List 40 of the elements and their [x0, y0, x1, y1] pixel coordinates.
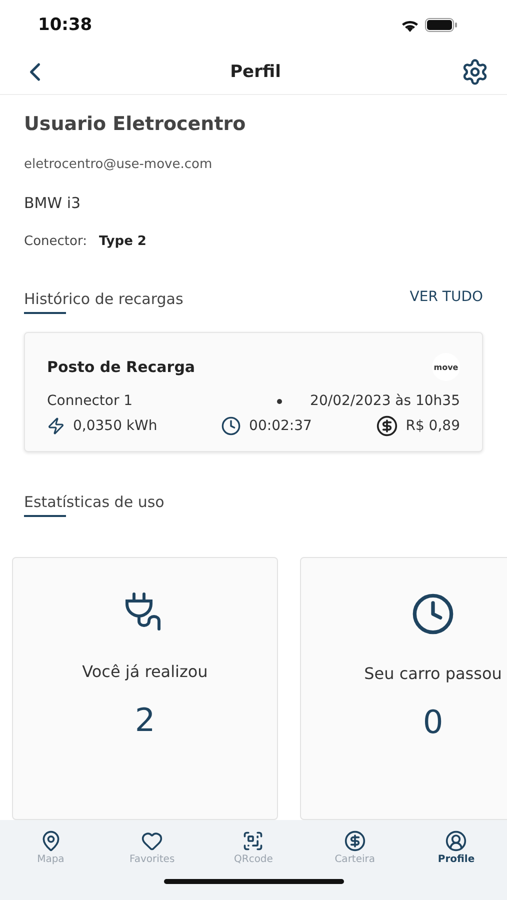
section-title: Histórico de recargas: [24, 290, 184, 310]
cost-value: R$ 0,89: [406, 418, 460, 434]
dollar-icon: [344, 830, 366, 852]
tab-item[interactable]: Mapa: [10, 830, 91, 865]
heart-icon: [141, 830, 164, 852]
tab-item[interactable]: Favorites: [112, 830, 192, 865]
see-all-link[interactable]: VER TUDO: [410, 289, 483, 305]
stat-value: 2: [134, 701, 156, 739]
connector-value: Type 2: [98, 234, 146, 249]
duration-value: 00:02:37: [249, 418, 312, 434]
charge-history-card[interactable]: Posto de Recarga move Connector 1 20/02/2023 às 10h35 0,0350 kWh 00:02:37 R$ 0,89: [24, 332, 483, 452]
connector-name: Connector 1: [47, 393, 133, 409]
dollar-icon: [376, 415, 398, 437]
brand-logo: move: [432, 353, 460, 381]
stat-label: Seu carro passou: [364, 664, 502, 683]
station-name: Posto de Recarga: [47, 358, 196, 376]
connector-label: Conector:: [24, 234, 87, 249]
stat-label: Você já realizou: [82, 662, 208, 681]
screen-title: Perfil: [230, 62, 281, 82]
user-icon: [445, 830, 468, 852]
section-title: Estatísticas de uso: [24, 493, 164, 513]
lightning-icon: [47, 417, 65, 435]
status-time: 10:38: [38, 15, 92, 35]
car-model: BMW i3: [24, 194, 82, 212]
stat-value: 0: [422, 703, 444, 741]
user-email: eletrocentro@use-move.com: [24, 157, 214, 172]
settings-button[interactable]: [461, 58, 489, 86]
tab-item[interactable]: Carteira: [314, 830, 395, 865]
tab-item[interactable]: QRcode: [213, 830, 294, 865]
battery-icon: [425, 18, 457, 32]
tab-item[interactable]: Profile: [416, 830, 496, 865]
charge-date: 20/02/2023 às 10h35: [310, 393, 460, 409]
settings-icon: [461, 58, 489, 86]
qr-code-icon: [242, 830, 264, 852]
clock-icon: [411, 592, 455, 636]
clock-icon: [221, 416, 242, 436]
energy-value: 0,0350 kWh: [73, 418, 158, 434]
wifi-icon: [401, 18, 419, 32]
user-name: Usuario Eletrocentro: [24, 113, 247, 135]
separator-dot: [277, 398, 282, 404]
